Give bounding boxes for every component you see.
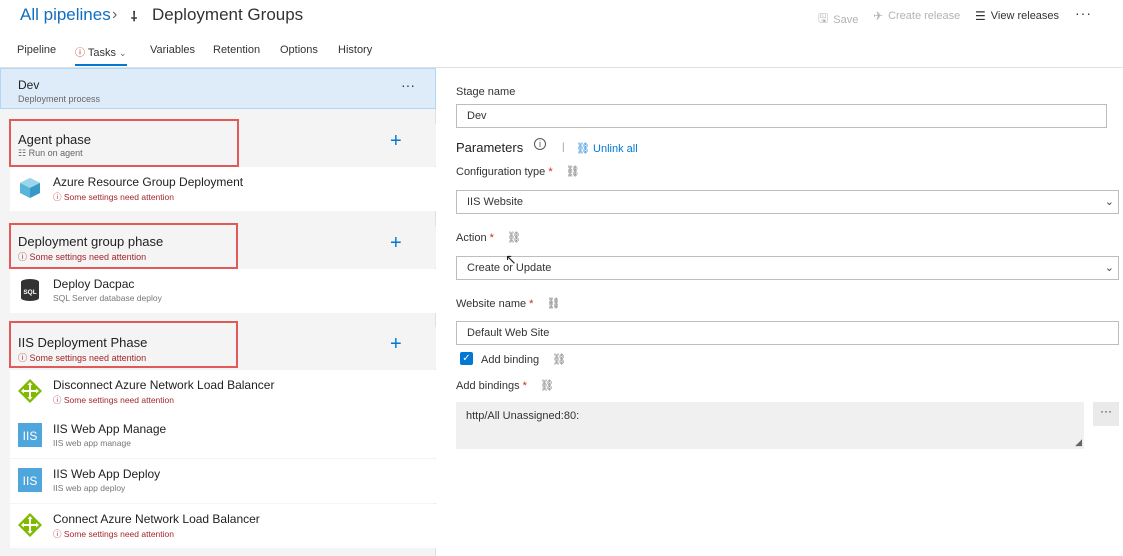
link-icon[interactable]: ⛓ (552, 354, 566, 366)
divider: | (562, 142, 565, 153)
highlight-box (9, 119, 239, 167)
tab-history[interactable]: History (338, 44, 372, 56)
iis-icon: IIS (18, 468, 42, 492)
add-task-plus-icon[interactable]: + (390, 130, 402, 153)
task-row[interactable]: Connect Azure Network Load Balancer ⓘ So… (10, 504, 436, 548)
tab-variables[interactable]: Variables (150, 44, 195, 56)
svg-text:IIS: IIS (23, 429, 38, 443)
task-name: Deploy Dacpac (53, 277, 135, 291)
task-subtitle: IIS web app deploy (53, 483, 126, 493)
add-binding-checkbox[interactable]: ✓ (460, 352, 473, 365)
add-task-plus-icon[interactable]: + (390, 232, 402, 255)
save-button[interactable]: 🖫 Save (818, 9, 858, 30)
task-subtitle: ⓘ Some settings need attention (53, 529, 174, 539)
action-label: Action * ⛓ (456, 232, 521, 244)
page-title: Deployment Groups (152, 5, 304, 24)
task-name: Azure Resource Group Deployment (53, 175, 244, 189)
add-bindings-label: Add bindings * ⛓ (456, 380, 554, 392)
task-name: Connect Azure Network Load Balancer (53, 512, 260, 526)
add-bindings-textarea[interactable]: http/All Unassigned:80: ◢ (456, 402, 1084, 449)
unlink-all-link[interactable]: ⛓ Unlink all (576, 142, 638, 155)
task-name: IIS Web App Deploy (53, 467, 161, 481)
edit-bindings-button[interactable]: ··· (1093, 402, 1119, 426)
stage-name-input[interactable]: Dev (456, 104, 1107, 128)
svg-text:IIS: IIS (23, 474, 38, 488)
stage-more-icon[interactable]: ··· (401, 77, 415, 93)
azure-cube-icon (20, 178, 40, 198)
highlight-box (9, 223, 238, 269)
task-subtitle: SQL Server database deploy (53, 293, 162, 303)
chevron-down-icon: ⌄ (1104, 262, 1114, 274)
stage-subtitle: Deployment process (18, 94, 101, 104)
task-subtitle: ⓘ Some settings need attention (53, 192, 174, 202)
stage-settings-panel: Stage name Dev Parameters i | ⛓ Unlink a… (437, 68, 1123, 556)
chevron-down-icon: ⌄ (1104, 196, 1114, 208)
task-name: Disconnect Azure Network Load Balancer (53, 378, 275, 392)
task-row[interactable]: Azure Resource Group Deployment ⓘ Some s… (10, 167, 436, 211)
iis-icon: IIS (18, 423, 42, 447)
breadcrumb-separator-icon: › (112, 6, 118, 23)
tab-retention[interactable]: Retention (213, 44, 260, 56)
rocket-icon: ✈ (873, 9, 884, 23)
process-panel: Dev Deployment process ··· Agent phase ☷… (0, 68, 436, 556)
sql-icon: SQL (21, 279, 39, 301)
list-icon: ☰ (975, 9, 986, 23)
link-icon[interactable]: ⛓ (540, 380, 554, 392)
view-releases-button[interactable]: ☰ View releases (975, 9, 1059, 23)
add-binding-label: Add binding ⛓ (481, 354, 567, 366)
tab-pipeline[interactable]: Pipeline (17, 44, 56, 56)
task-row[interactable]: Disconnect Azure Network Load Balancer ⓘ… (10, 370, 436, 414)
task-name: IIS Web App Manage (53, 422, 167, 436)
info-icon[interactable]: i (534, 138, 546, 150)
more-actions-icon[interactable]: ··· (1075, 5, 1092, 21)
task-row[interactable]: SQL Deploy Dacpac SQL Server database de… (10, 269, 436, 313)
unlink-icon: ⛓ (576, 143, 590, 155)
stage-header[interactable]: Dev Deployment process ··· (0, 68, 436, 109)
breadcrumb-all-pipelines[interactable]: All pipelines (20, 5, 111, 25)
chevron-down-icon: ⌄ (119, 48, 127, 58)
warning-icon: ⓘ (75, 48, 85, 59)
website-name-label: Website name * ⛓ (456, 298, 561, 310)
pipeline-icon: ⸸ (131, 9, 138, 24)
create-release-button[interactable]: ✈ Create release (873, 9, 960, 23)
action-select[interactable]: Create or Update ⌄ (456, 256, 1119, 280)
header: All pipelines › ⸸ Deployment Groups 🖫 Sa… (0, 0, 1123, 68)
link-icon[interactable]: ⛓ (566, 166, 580, 178)
parameters-heading: Parameters (456, 140, 524, 155)
load-balancer-icon (18, 513, 42, 537)
link-icon[interactable]: ⛓ (507, 232, 521, 244)
task-subtitle: IIS web app manage (53, 438, 131, 448)
website-name-input[interactable]: Default Web Site (456, 321, 1119, 345)
stage-name: Dev (18, 78, 40, 92)
highlight-box (9, 321, 238, 368)
tab-tasks[interactable]: ⓘ Tasks ⌄ (75, 44, 127, 66)
link-icon[interactable]: ⛓ (547, 298, 561, 310)
config-type-label: Configuration type * ⛓ (456, 166, 580, 178)
add-task-plus-icon[interactable]: + (390, 333, 402, 356)
config-type-select[interactable]: IIS Website ⌄ (456, 190, 1119, 214)
tab-options[interactable]: Options (280, 44, 318, 56)
svg-text:SQL: SQL (23, 289, 36, 296)
task-row[interactable]: IIS IIS Web App Manage IIS web app manag… (10, 414, 436, 458)
stage-name-label: Stage name (456, 86, 516, 98)
task-subtitle: ⓘ Some settings need attention (53, 395, 174, 405)
resize-handle-icon[interactable]: ◢ (1075, 437, 1082, 448)
task-row[interactable]: IIS IIS Web App Deploy IIS web app deplo… (10, 459, 436, 503)
save-icon: 🖫 (818, 11, 829, 25)
mouse-cursor-icon: ↖ (505, 251, 517, 267)
load-balancer-icon (18, 379, 42, 403)
